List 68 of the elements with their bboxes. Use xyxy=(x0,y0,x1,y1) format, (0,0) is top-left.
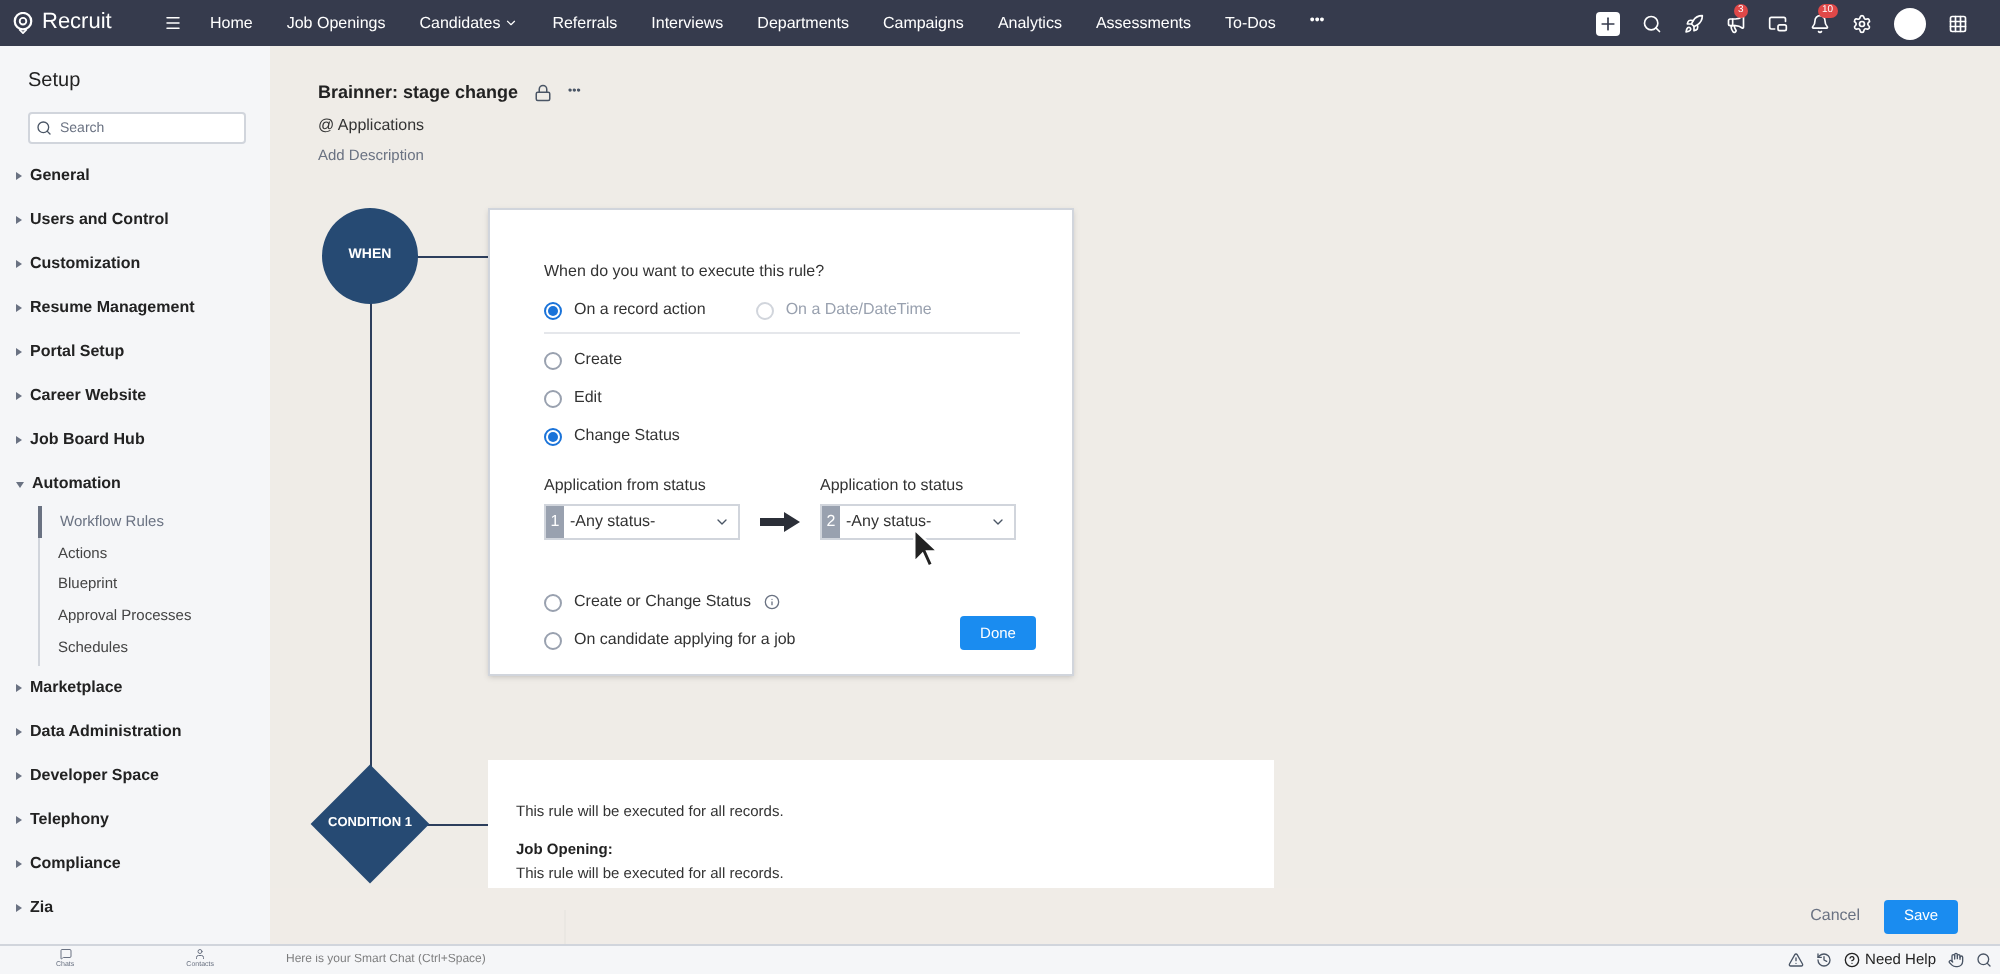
menu-icon[interactable] xyxy=(164,14,182,32)
nav-link[interactable]: Candidates xyxy=(419,11,519,35)
radio-option[interactable]: Create xyxy=(544,348,623,372)
question-text: When do you want to execute this rule? xyxy=(544,260,827,284)
sidebar-item[interactable]: Data Administration xyxy=(16,709,254,754)
nav-link[interactable]: Assessments xyxy=(1095,11,1192,35)
info-icon xyxy=(763,594,779,610)
nav-link[interactable]: Analytics xyxy=(997,11,1062,35)
settings-icon[interactable] xyxy=(1852,13,1872,33)
radio-option[interactable]: Create or Change Status xyxy=(544,590,779,614)
sidebar-item[interactable]: Compliance xyxy=(16,841,254,886)
sidebar-item[interactable]: Users and Control xyxy=(16,198,254,242)
sidebar-item[interactable]: Developer Space xyxy=(16,753,254,798)
step-number: 2 xyxy=(822,506,840,538)
chat-icon xyxy=(59,948,72,961)
help-icon xyxy=(1843,952,1860,968)
cancel-button[interactable]: Cancel xyxy=(1810,904,1860,928)
nav-link[interactable]: Interviews xyxy=(651,11,724,35)
warning-icon[interactable] xyxy=(1787,952,1804,968)
chevron-icon xyxy=(504,16,519,30)
brand-name: Recruit xyxy=(42,8,112,39)
window-icon[interactable] xyxy=(1768,13,1788,33)
rocket-icon[interactable] xyxy=(1684,13,1704,33)
step-number: 1 xyxy=(546,506,564,538)
radio-option[interactable]: Edit xyxy=(544,386,602,410)
history-icon[interactable] xyxy=(1815,952,1832,968)
nav-link[interactable]: Referrals xyxy=(552,11,618,35)
sidebar-title: Setup xyxy=(28,68,83,96)
sidebar-item[interactable]: Telephony xyxy=(16,797,254,842)
avatar[interactable] xyxy=(1894,7,1926,39)
person-icon xyxy=(194,948,207,961)
apps-icon[interactable] xyxy=(1948,13,1968,33)
add-button[interactable] xyxy=(1596,11,1620,35)
bell-icon[interactable] xyxy=(1810,13,1830,33)
search-icon[interactable] xyxy=(1976,952,1992,968)
nav-link[interactable]: To-Dos xyxy=(1225,11,1276,35)
cursor-icon xyxy=(912,526,940,570)
search-icon xyxy=(36,120,52,136)
field-label: Application to status xyxy=(820,474,966,498)
sidebar-item[interactable]: General xyxy=(16,154,254,198)
lock-icon[interactable] xyxy=(534,84,553,103)
sidebar-item[interactable]: Customization xyxy=(16,242,254,286)
field-label: Application from status xyxy=(544,474,708,498)
sidebar-item[interactable]: Portal Setup xyxy=(16,330,254,374)
nav-link[interactable]: Job Openings xyxy=(286,11,386,35)
status-select[interactable]: 2 -Any status- xyxy=(820,504,1016,540)
sidebar-item[interactable]: Marketplace xyxy=(16,665,254,710)
rule-title: Brainner: stage change xyxy=(318,80,519,106)
sidebar-item[interactable]: Resume Management xyxy=(16,286,254,330)
nav-link[interactable]: Campaigns xyxy=(882,11,964,35)
module-label: @ Applications xyxy=(318,113,427,137)
sidebar-item[interactable]: Career Website xyxy=(16,374,254,418)
hand-icon[interactable] xyxy=(1948,952,1964,968)
sidebar-item[interactable]: Job Board Hub xyxy=(16,418,254,462)
arrow-icon xyxy=(760,512,800,532)
plus-icon xyxy=(1598,13,1618,33)
sidebar-item[interactable]: Automation xyxy=(16,462,254,506)
logo-icon xyxy=(12,12,34,34)
radio-option[interactable]: On candidate applying for a job xyxy=(544,628,796,652)
nav-link[interactable]: Departments xyxy=(757,11,849,35)
megaphone-icon[interactable] xyxy=(1726,13,1746,33)
radio-option[interactable]: Change Status xyxy=(544,424,680,448)
caret-icon xyxy=(714,514,730,530)
caret-icon xyxy=(990,514,1006,530)
radio-option[interactable]: On a record action xyxy=(544,298,706,322)
status-select[interactable]: 1 -Any status- xyxy=(544,504,740,540)
nav-link[interactable]: Home xyxy=(210,11,253,35)
sidebar-item[interactable]: Zia xyxy=(16,885,254,930)
